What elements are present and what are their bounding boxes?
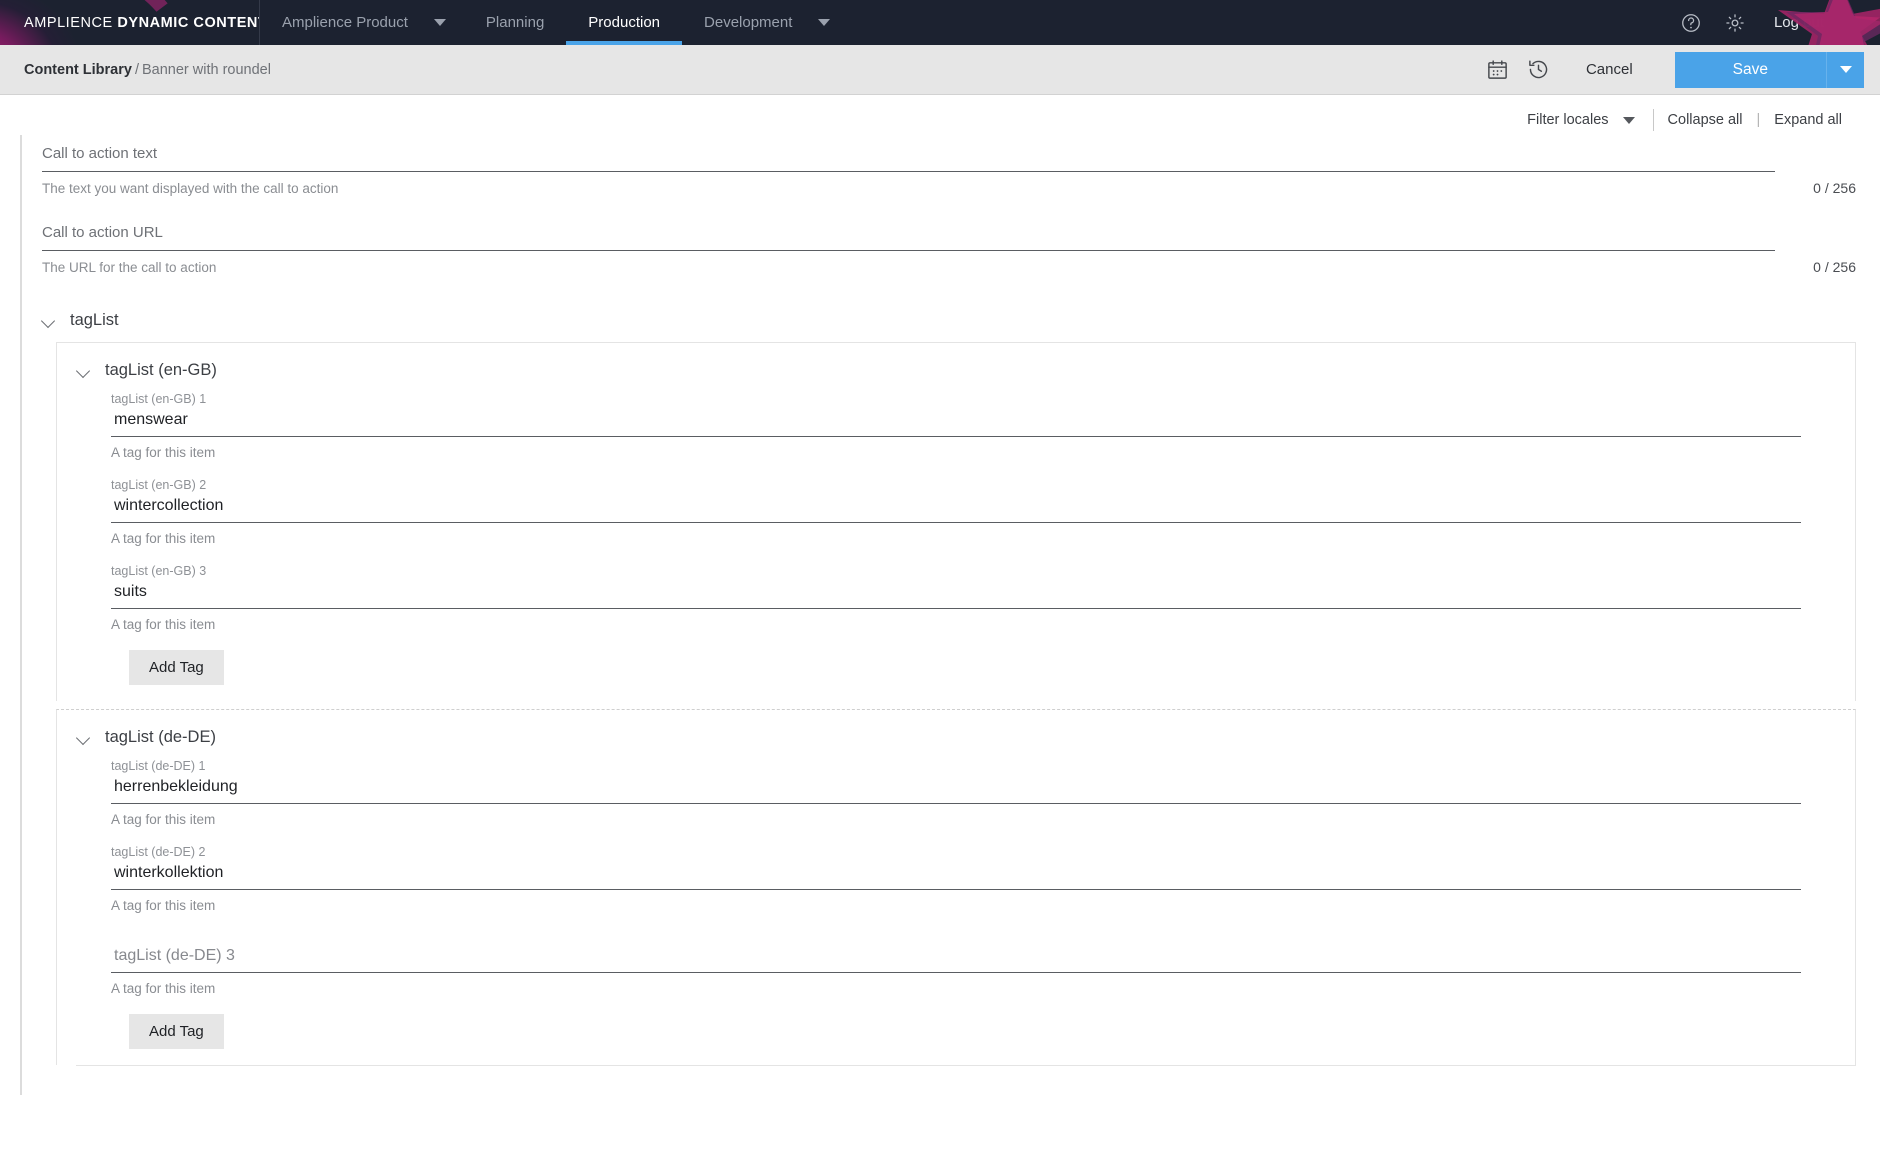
- locale-toolbar: Filter locales Collapse all | Expand all: [0, 95, 1880, 135]
- brand-logo[interactable]: AMPLIENCE DYNAMIC CONTENT: [0, 0, 260, 45]
- nav-tab-planning-label: Planning: [485, 14, 545, 31]
- nav-product-selector[interactable]: Amplience Product: [260, 0, 430, 45]
- tag-item: tagList (en-GB) 2 wintercollection A tag…: [111, 478, 1829, 564]
- field-label[interactable]: Call to action URL: [42, 224, 1880, 250]
- breadcrumb: Content Library / Banner with roundel: [24, 62, 271, 78]
- breadcrumb-separator: /: [134, 61, 139, 78]
- gear-icon[interactable]: [1724, 12, 1746, 34]
- nav-tab-production[interactable]: Production: [566, 0, 682, 45]
- expand-all-link[interactable]: Expand all: [1760, 112, 1856, 128]
- nav-development-caret[interactable]: [814, 0, 848, 45]
- tag-item-hint: A tag for this item: [111, 812, 216, 827]
- nav-tab-production-label: Production: [588, 14, 661, 31]
- cancel-button[interactable]: Cancel: [1568, 55, 1651, 84]
- tag-item-input[interactable]: suits: [111, 583, 1829, 608]
- tag-item-input[interactable]: wintercollection: [111, 497, 1829, 522]
- tag-item-input-placeholder[interactable]: tagList (de-DE) 3: [111, 931, 1829, 972]
- tag-item: tagList (en-GB) 1 menswear A tag for thi…: [111, 392, 1829, 478]
- breadcrumb-root-link[interactable]: Content Library: [24, 62, 132, 78]
- taglist-section-toggle[interactable]: tagList: [42, 293, 1880, 342]
- tag-item-hint: A tag for this item: [111, 445, 216, 460]
- tag-item-caption: tagList (en-GB) 3: [111, 564, 207, 578]
- save-dropdown-button[interactable]: [1826, 51, 1864, 88]
- field-hint: The URL for the call to action: [42, 260, 217, 275]
- collapse-all-link[interactable]: Collapse all: [1654, 112, 1757, 128]
- add-tag-button-de-de[interactable]: Add Tag: [129, 1014, 224, 1049]
- tag-item-caption: tagList (de-DE) 1: [111, 759, 206, 773]
- tag-rows-de-de: tagList (de-DE) 1 herrenbekleidung A tag…: [57, 759, 1855, 1049]
- locale-panel-de-de: tagList (de-DE) tagList (de-DE) 1 herren…: [56, 709, 1856, 1065]
- locale-panel-en-gb-toggle[interactable]: tagList (en-GB): [57, 357, 1855, 392]
- locale-panel-title: tagList (de-DE): [105, 728, 216, 746]
- tag-item-caption: tagList (en-GB) 1: [111, 392, 207, 406]
- tag-item-hint: A tag for this item: [111, 981, 216, 996]
- nav-tab-development[interactable]: Development: [682, 0, 814, 45]
- chevron-down-icon: [1839, 66, 1852, 73]
- tag-item-input[interactable]: winterkollektion: [111, 864, 1829, 889]
- chevron-down-icon: [818, 19, 831, 26]
- locale-panel-de-de-toggle[interactable]: tagList (de-DE): [57, 724, 1855, 759]
- nav-tab-development-label: Development: [704, 14, 793, 31]
- locale-panel-en-gb: tagList (en-GB) tagList (en-GB) 1 menswe…: [56, 342, 1856, 701]
- action-bar: Content Library / Banner with roundel Canc…: [0, 45, 1880, 95]
- brand-title-bold: DYNAMIC CONTENT: [117, 14, 260, 31]
- locale-panel-title: tagList (en-GB): [105, 361, 217, 379]
- top-nav-right-actions: Log out: [1680, 0, 1880, 45]
- nav-tab-planning[interactable]: Planning: [464, 0, 566, 45]
- nav-product-selector-caret[interactable]: [430, 0, 464, 45]
- chevron-down-icon: [1622, 116, 1635, 124]
- field-footer: The URL for the call to action 0 / 256: [42, 251, 1880, 275]
- brand-title: AMPLIENCE DYNAMIC CONTENT: [24, 14, 260, 31]
- tag-item-input[interactable]: herrenbekleidung: [111, 778, 1829, 803]
- filter-locales-label: Filter locales: [1527, 112, 1609, 128]
- chevron-down-icon: [77, 731, 91, 745]
- field-footer: The text you want displayed with the cal…: [42, 172, 1880, 196]
- next-locale-panel-partial: [76, 1065, 1856, 1095]
- tag-item: tagList (de-DE) 1 herrenbekleidung A tag…: [111, 759, 1829, 845]
- taglist-section-title: tagList: [70, 311, 119, 329]
- chevron-down-icon: [77, 364, 91, 378]
- top-navigation-bar: AMPLIENCE DYNAMIC CONTENT Amplience Prod…: [0, 0, 1880, 45]
- save-button-group: Save: [1674, 51, 1864, 88]
- nav-product-selector-label: Amplience Product: [282, 14, 408, 31]
- tag-item-input[interactable]: menswear: [111, 411, 1829, 436]
- calendar-icon[interactable]: [1486, 58, 1509, 81]
- tag-rows-en-gb: tagList (en-GB) 1 menswear A tag for thi…: [57, 392, 1855, 685]
- taglist-section: tagList tagList (en-GB) tagList (en-GB) …: [20, 293, 1880, 1095]
- tag-item-hint: A tag for this item: [111, 898, 216, 913]
- brand-title-thin: AMPLIENCE: [24, 14, 118, 31]
- filter-locales-dropdown[interactable]: Filter locales: [1527, 112, 1652, 128]
- tag-item: tagList (de-DE) 2 winterkollektion A tag…: [111, 845, 1829, 931]
- save-button[interactable]: Save: [1674, 51, 1826, 88]
- tag-item: tagList (en-GB) 3 suits A tag for this i…: [111, 564, 1829, 650]
- field-hint: The text you want displayed with the cal…: [42, 181, 339, 196]
- chevron-down-icon: [42, 314, 56, 328]
- action-bar-right: Cancel Save: [1486, 51, 1864, 88]
- locale-panel-spacer: [42, 701, 1880, 709]
- field-call-to-action-text: Call to action text The text you want di…: [20, 135, 1880, 214]
- add-tag-button-en-gb[interactable]: Add Tag: [129, 650, 224, 685]
- breadcrumb-current: Banner with roundel: [141, 61, 271, 78]
- tag-item-hint: A tag for this item: [111, 531, 216, 546]
- tag-item-caption: tagList (en-GB) 2: [111, 478, 207, 492]
- field-character-counter: 0 / 256: [1813, 180, 1856, 196]
- history-clock-icon[interactable]: [1527, 58, 1550, 81]
- chevron-down-icon: [433, 19, 446, 26]
- content-editor-body: Filter locales Collapse all | Expand all…: [0, 95, 1880, 1175]
- logout-button[interactable]: Log out: [1768, 14, 1824, 31]
- tag-item-caption: tagList (de-DE) 2: [111, 845, 206, 859]
- help-circle-icon[interactable]: [1680, 12, 1702, 34]
- field-character-counter: 0 / 256: [1813, 259, 1856, 275]
- field-label[interactable]: Call to action text: [42, 145, 1880, 171]
- field-call-to-action-url: Call to action URL The URL for the call …: [20, 214, 1880, 293]
- tag-item-hint: A tag for this item: [111, 617, 216, 632]
- tag-item: tagList (de-DE) 3 A tag for this item: [111, 931, 1829, 1014]
- primary-nav-items: Amplience Product Planning Production De…: [260, 0, 848, 45]
